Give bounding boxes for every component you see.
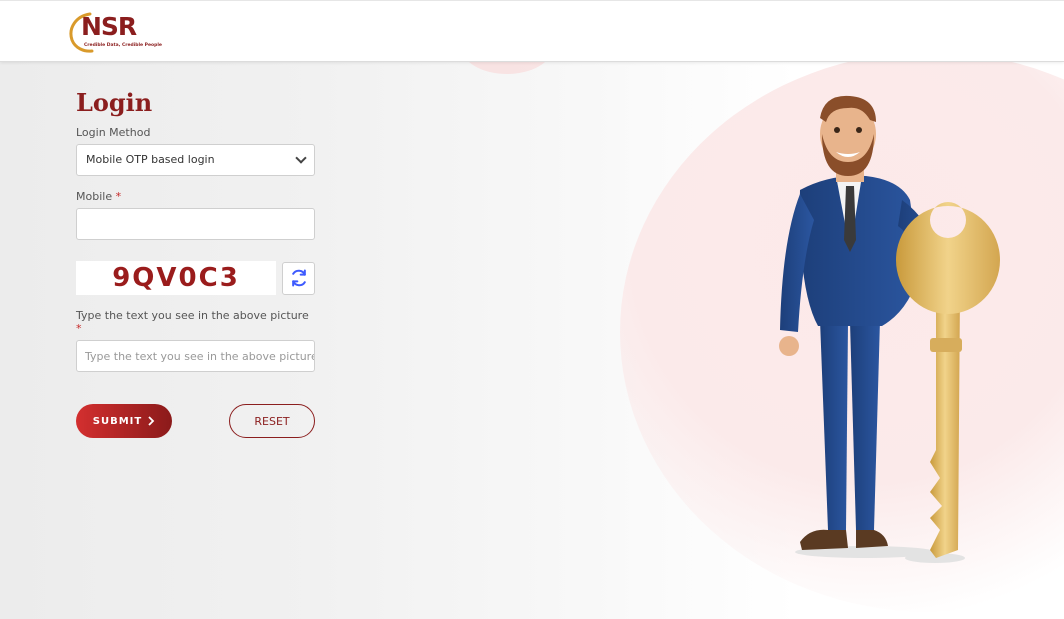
submit-label: SUBMIT bbox=[92, 415, 143, 427]
decorative-blob bbox=[462, 62, 552, 74]
top-header: NSR Credible Data, Credible People bbox=[0, 0, 1064, 62]
mobile-label-text: Mobile bbox=[76, 190, 113, 203]
mobile-input[interactable] bbox=[76, 208, 315, 240]
chevron-right-icon bbox=[148, 416, 155, 426]
required-mark: * bbox=[115, 190, 122, 203]
reset-button[interactable]: RESET bbox=[229, 404, 315, 438]
page-title: Login bbox=[76, 88, 153, 117]
login-form: Login Login Method Mobile OTP based logi… bbox=[76, 88, 316, 438]
businessman-with-key-illustration bbox=[779, 95, 1000, 563]
form-buttons: SUBMIT RESET bbox=[76, 404, 316, 438]
mobile-label: Mobile * bbox=[76, 190, 316, 203]
chevron-down-icon bbox=[295, 152, 307, 164]
logo-text: NSR bbox=[81, 12, 137, 41]
login-method-select[interactable]: Mobile OTP based login bbox=[76, 144, 315, 176]
refresh-icon bbox=[291, 269, 306, 287]
captcha-label: Type the text you see in the above pictu… bbox=[76, 309, 316, 335]
captcha-label-text: Type the text you see in the above pictu… bbox=[76, 309, 309, 322]
captcha-row: 9QV0C3 bbox=[76, 261, 316, 295]
submit-button[interactable]: SUBMIT bbox=[76, 404, 172, 438]
nsr-logo[interactable]: NSR Credible Data, Credible People bbox=[68, 10, 168, 56]
required-mark: * bbox=[76, 322, 82, 335]
logo-tagline: Credible Data, Credible People bbox=[84, 43, 162, 48]
captcha-image: 9QV0C3 bbox=[76, 261, 276, 295]
login-method-value: Mobile OTP based login bbox=[86, 153, 215, 166]
login-method-label: Login Method bbox=[76, 126, 151, 139]
captcha-refresh-button[interactable] bbox=[282, 261, 315, 295]
captcha-input[interactable] bbox=[76, 340, 315, 372]
